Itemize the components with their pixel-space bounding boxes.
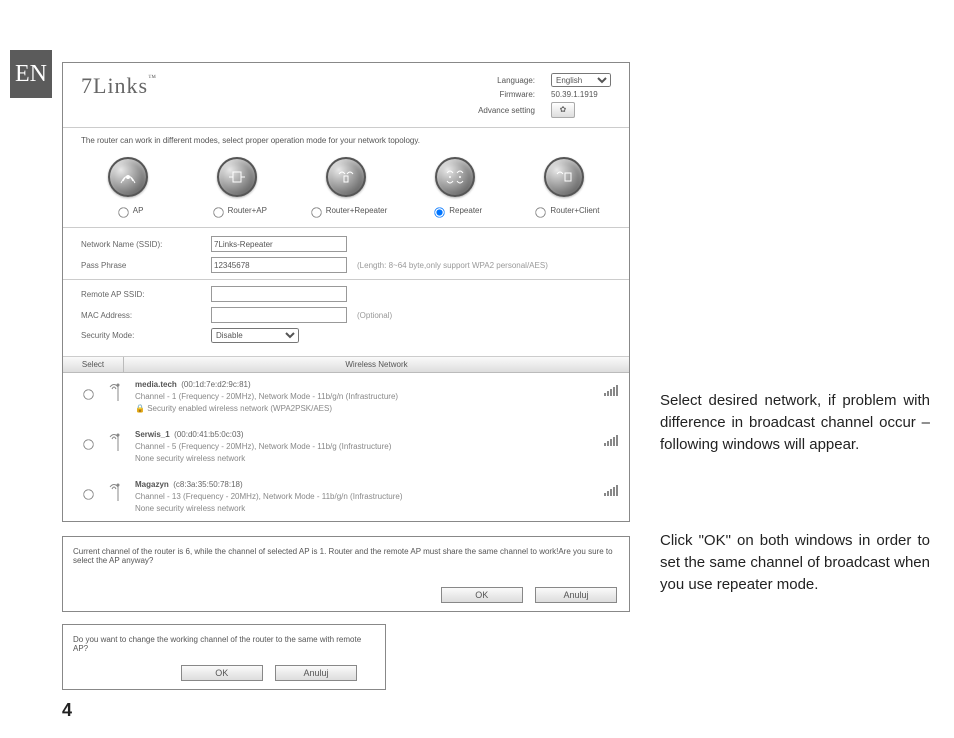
ok-button[interactable]: OK — [181, 665, 263, 681]
passphrase-label: Pass Phrase — [81, 261, 211, 270]
security-mode-select[interactable]: Disable — [211, 328, 299, 343]
firmware-value: 50.39.1.1919 — [551, 90, 598, 99]
gear-icon: ✿ — [560, 105, 567, 114]
passphrase-hint: (Length: 8~64 byte,only support WPA2 per… — [357, 261, 548, 270]
intro-text: The router can work in different modes, … — [63, 128, 629, 153]
page-number: 4 — [62, 700, 72, 721]
network-list-header: Select Wireless Network — [63, 357, 629, 373]
router-repeater-mode-icon — [326, 157, 366, 197]
passphrase-input[interactable] — [211, 257, 347, 273]
instruction-paragraph-2: Click "OK" on both windows in order to s… — [660, 530, 930, 596]
mode-router-client[interactable]: Router+Client — [529, 206, 599, 215]
mode-router-ap[interactable]: Router+AP — [207, 206, 267, 215]
mac-hint: (Optional) — [357, 311, 392, 320]
channel-change-dialog: Do you want to change the working channe… — [62, 624, 386, 690]
network-item[interactable]: media.tech (00:1d:7e:d2:9c:81) Channel -… — [63, 373, 629, 423]
router-config-panel: 7Links™ Language: English Firmware: 50.3… — [62, 62, 630, 522]
lock-icon: 🔒 — [135, 404, 145, 413]
dialog-text: Current channel of the router is 6, whil… — [73, 547, 619, 565]
network-item[interactable]: Magazyn (c8:3a:35:50:78:18) Channel - 13… — [63, 473, 629, 523]
advance-setting-button[interactable]: ✿ — [551, 102, 575, 118]
network-select-radio[interactable] — [83, 389, 93, 399]
mode-ap[interactable]: AP — [112, 206, 144, 215]
dialog-text: Do you want to change the working channe… — [73, 635, 375, 653]
language-label: Language: — [471, 76, 535, 85]
ok-button[interactable]: OK — [441, 587, 523, 603]
ssid-input[interactable] — [211, 236, 347, 252]
mode-selector: AP Router+AP Router+Repeater Repeater Ro… — [63, 153, 629, 228]
cancel-button[interactable]: Anuluj — [275, 665, 357, 681]
repeater-mode-icon — [435, 157, 475, 197]
language-select[interactable]: English — [551, 73, 611, 87]
ssid-label: Network Name (SSID): — [81, 240, 211, 249]
channel-warning-dialog: Current channel of the router is 6, whil… — [62, 536, 630, 612]
mac-label: MAC Address: — [81, 311, 211, 320]
wifi-antenna-icon — [101, 429, 135, 455]
wifi-antenna-icon — [101, 479, 135, 505]
signal-strength-icon — [583, 479, 619, 496]
network-list: media.tech (00:1d:7e:d2:9c:81) Channel -… — [63, 373, 629, 523]
firmware-label: Firmware: — [471, 90, 535, 99]
cancel-button[interactable]: Anuluj — [535, 587, 617, 603]
network-item[interactable]: Serwis_1 (00:d0:41:b5:0c:03) Channel - 5… — [63, 423, 629, 473]
mode-repeater[interactable]: Repeater — [428, 206, 482, 215]
logo: 7Links™ — [81, 73, 157, 121]
signal-strength-icon — [583, 379, 619, 396]
network-select-radio[interactable] — [83, 489, 93, 499]
wifi-antenna-icon — [101, 379, 135, 405]
remote-ssid-input[interactable] — [211, 286, 347, 302]
language-badge: EN — [10, 50, 52, 98]
remote-ssid-label: Remote AP SSID: — [81, 290, 211, 299]
router-ap-mode-icon — [217, 157, 257, 197]
security-mode-label: Security Mode: — [81, 331, 211, 340]
network-select-radio[interactable] — [83, 439, 93, 449]
mac-input[interactable] — [211, 307, 347, 323]
instruction-paragraph-1: Select desired network, if problem with … — [660, 390, 930, 456]
router-client-mode-icon — [544, 157, 584, 197]
mode-router-repeater[interactable]: Router+Repeater — [305, 206, 388, 215]
advance-setting-label: Advance setting — [471, 106, 535, 115]
ap-mode-icon — [108, 157, 148, 197]
signal-strength-icon — [583, 429, 619, 446]
